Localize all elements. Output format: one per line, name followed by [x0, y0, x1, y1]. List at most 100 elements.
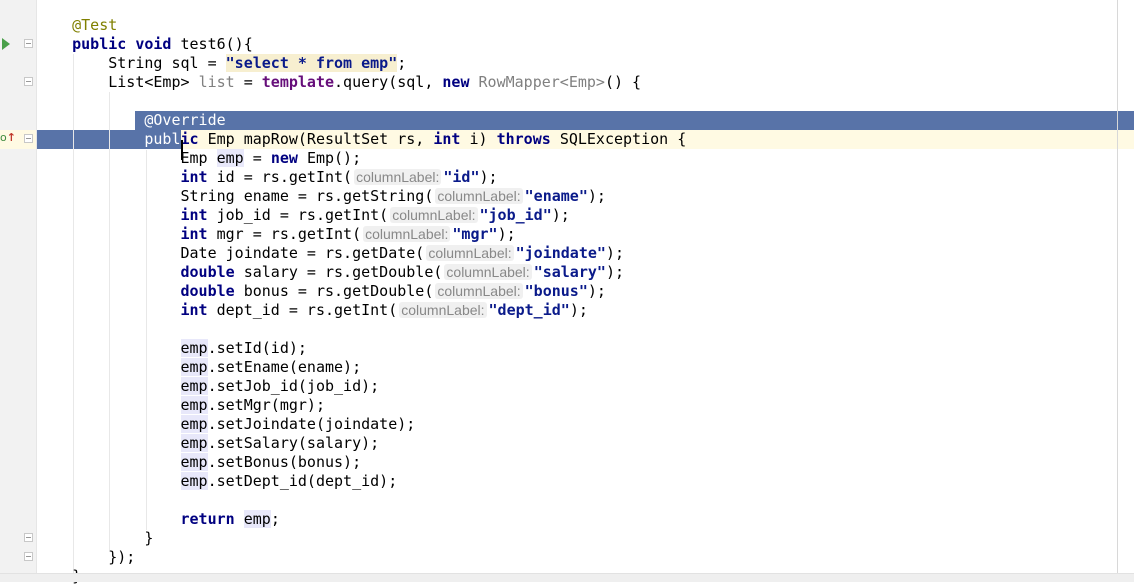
code-token: int — [180, 301, 217, 319]
code-token: List<Emp> — [36, 73, 199, 91]
code-line[interactable]: int id = rs.getInt(columnLabel: "id"); — [36, 168, 498, 187]
code-token: "ename" — [524, 187, 588, 205]
fold-marker-icon[interactable] — [24, 39, 33, 48]
parameter-hint: columnLabel: — [435, 283, 523, 299]
code-line[interactable]: @Test — [36, 16, 117, 35]
code-line[interactable]: emp.setSalary(salary); — [36, 434, 379, 453]
fold-marker-icon[interactable] — [24, 134, 33, 143]
code-token: emp — [180, 377, 208, 395]
code-token: .setBonus(bonus); — [207, 453, 362, 471]
code-token: "dept_id" — [488, 301, 570, 319]
code-line[interactable]: }); — [36, 548, 135, 567]
code-line[interactable]: emp.setJob_id(job_id); — [36, 377, 379, 396]
code-token: SQLException { — [559, 130, 687, 148]
code-token: "mgr" — [452, 225, 498, 243]
code-line[interactable]: emp.setDept_id(dept_id); — [36, 472, 397, 491]
code-token: id = rs.getInt( — [216, 168, 353, 186]
code-token: return — [180, 510, 244, 528]
code-line[interactable]: emp.setJoindate(joindate); — [36, 415, 415, 434]
code-token: "id" — [443, 168, 480, 186]
code-line[interactable]: int job_id = rs.getInt(columnLabel: "job_… — [36, 206, 570, 225]
code-line[interactable]: String sql = "select * from emp"; — [36, 54, 406, 73]
code-token: emp — [180, 358, 208, 376]
code-token: double — [180, 263, 244, 281]
code-line[interactable]: double salary = rs.getDouble(columnLabel… — [36, 263, 625, 282]
parameter-hint: columnLabel: — [426, 245, 514, 261]
code-token: public void — [72, 35, 181, 53]
fold-marker-icon[interactable] — [24, 77, 33, 86]
code-token: emp — [180, 339, 208, 357]
code-token: emp — [180, 472, 208, 490]
code-token: .setSalary(salary); — [207, 434, 380, 452]
fold-marker-icon[interactable] — [24, 552, 33, 561]
code-token: = — [234, 73, 262, 91]
code-token: String sql = — [36, 54, 226, 72]
parameter-hint: columnLabel: — [390, 207, 478, 223]
override-method-icon[interactable]: o↑ — [0, 132, 16, 144]
parameter-hint: columnLabel: — [435, 188, 523, 204]
code-token: ); — [551, 206, 570, 224]
code-line[interactable]: int dept_id = rs.getInt(columnLabel: "dep… — [36, 301, 588, 320]
code-line[interactable]: emp.setBonus(bonus); — [36, 453, 361, 472]
code-token: ); — [587, 282, 606, 300]
run-test-icon[interactable] — [2, 38, 10, 50]
code-token: } — [36, 529, 154, 547]
fold-marker-icon[interactable] — [24, 533, 33, 542]
code-line[interactable]: public Emp mapRow(ResultSet rs, int i) t… — [36, 130, 686, 149]
code-line[interactable]: emp.setId(id); — [36, 339, 307, 358]
code-line[interactable]: String ename = rs.getString(columnLabel:… — [36, 187, 605, 206]
code-line[interactable]: } — [36, 529, 153, 548]
code-token: int — [180, 206, 217, 224]
code-token: emp — [180, 453, 208, 471]
code-token: bonus = rs.getDouble( — [243, 282, 434, 300]
code-token: int — [180, 168, 217, 186]
right-margin-guide — [1117, 0, 1118, 573]
parameter-hint: columnLabel: — [444, 264, 532, 280]
code-token: ); — [497, 225, 516, 243]
code-token: i) — [469, 130, 497, 148]
code-line[interactable]: double bonus = rs.getDouble(columnLabel:… — [36, 282, 606, 301]
code-token: ); — [605, 244, 624, 262]
code-token: @Test — [72, 16, 118, 34]
code-token: Emp mapRow(ResultSet rs, — [207, 130, 434, 148]
code-token: new — [442, 73, 479, 91]
code-line[interactable]: Date joindate = rs.getDate(columnLabel: "… — [36, 244, 624, 263]
code-token: .setJob_id(job_id); — [207, 377, 380, 395]
code-line[interactable]: int mgr = rs.getInt(columnLabel: "mgr"); — [36, 225, 516, 244]
code-line[interactable]: Emp emp = new Emp(); — [36, 149, 361, 168]
code-token: emp — [180, 415, 208, 433]
code-token: double — [180, 282, 244, 300]
code-token: .setJoindate(joindate); — [207, 415, 416, 433]
code-token: "joindate" — [515, 244, 606, 262]
code-token: emp — [216, 149, 244, 167]
code-token: () { — [604, 73, 642, 91]
code-line[interactable]: emp.setMgr(mgr); — [36, 396, 325, 415]
code-token: ; — [270, 510, 280, 528]
code-line[interactable]: emp.setEname(ename); — [36, 358, 361, 377]
selection-highlight — [135, 111, 1134, 130]
code-token: emp — [180, 434, 208, 452]
code-token: publ — [36, 130, 181, 148]
code-line[interactable]: @Override — [36, 111, 226, 130]
parameter-hint: columnLabel: — [354, 169, 442, 185]
code-line[interactable]: List<Emp> list = template.query(sql, new… — [36, 73, 641, 92]
code-token: = — [243, 149, 271, 167]
code-line[interactable]: public void test6(){ — [36, 35, 253, 54]
code-token: @Override — [135, 111, 226, 129]
code-token: new — [270, 149, 307, 167]
code-line[interactable]: return emp; — [36, 510, 280, 529]
